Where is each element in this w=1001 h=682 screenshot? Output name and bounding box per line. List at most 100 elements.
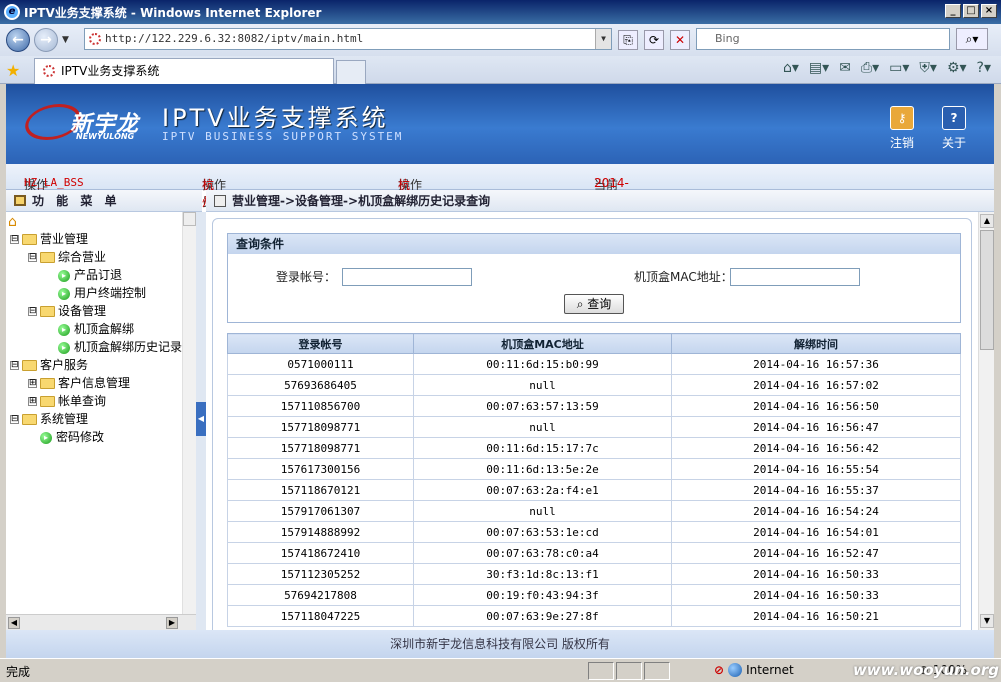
table-row: 57694217808 00:19:f0:43:94:3f 2014-04-16 1… xyxy=(227,584,961,606)
menu-item-label: 系统管理 xyxy=(40,412,89,426)
expand-icon[interactable]: ⊞ xyxy=(28,397,37,406)
table-cell: 2014-04-16 16:52:47 xyxy=(671,542,961,564)
content-scroll-thumb[interactable] xyxy=(980,230,994,350)
query-button-label: 查询 xyxy=(587,297,612,311)
compat-view-icon[interactable]: ⎘ xyxy=(618,30,638,50)
table-cell: 2014-04-16 16:54:01 xyxy=(671,521,961,543)
menu-item-label: 营业管理 xyxy=(40,232,89,246)
safety-icon[interactable]: ⛨▾ xyxy=(919,60,937,76)
leaf-arrow-icon: ▸ xyxy=(58,323,70,336)
table-cell: 00:07:63:9e:27:8f xyxy=(413,605,672,627)
leaf-arrow-icon: ▸ xyxy=(58,341,70,354)
tree-vertical-scrollbar[interactable] xyxy=(182,212,196,614)
refresh-icon[interactable]: ⟳ xyxy=(644,30,664,50)
expand-icon[interactable]: ⊞ xyxy=(28,379,37,388)
menu-item-label: 综合营业 xyxy=(58,250,107,264)
table-cell: 2014-04-16 16:55:54 xyxy=(671,458,961,480)
scroll-right-icon[interactable]: ▶ xyxy=(166,617,178,629)
menu-item[interactable]: ⊟ 设备管理 xyxy=(28,302,106,320)
about-button[interactable]: ? 关于 xyxy=(934,106,974,151)
menu-item[interactable]: ▸ 密码修改 xyxy=(28,428,104,446)
collapse-icon[interactable]: ⊟ xyxy=(10,415,19,424)
maximize-button[interactable]: □ xyxy=(963,4,979,18)
menu-item[interactable]: ▸ 产品订退 xyxy=(46,266,122,284)
table-cell: 157118670121 xyxy=(227,479,414,501)
print-icon[interactable]: ⎙▾ xyxy=(861,60,879,76)
company-logo: 新宇龙 NEWYULONG xyxy=(19,104,152,144)
table-cell: 00:07:63:53:1e:cd xyxy=(413,521,672,543)
menu-item[interactable]: ⊟ 系统管理 xyxy=(10,410,88,428)
scroll-up-icon[interactable]: ▲ xyxy=(980,214,994,228)
system-name: IPTV业务支撑系统 xyxy=(162,104,389,132)
table-cell: 00:19:f0:43:94:3f xyxy=(413,584,672,606)
table-cell: 2014-04-16 16:56:47 xyxy=(671,416,961,438)
security-zone[interactable]: ⊘ Internet xyxy=(714,663,794,677)
menu-item[interactable]: ▸ 机顶盒解绑 xyxy=(46,320,134,338)
logout-button[interactable]: ⚷ 注销 xyxy=(882,106,922,151)
menu-item[interactable]: ⊟ 综合营业 xyxy=(28,248,106,266)
collapse-icon[interactable]: ⊟ xyxy=(10,235,19,244)
menu-item[interactable]: ▸ 用户终端控制 xyxy=(46,284,146,302)
collapse-icon[interactable]: ⊟ xyxy=(28,253,37,262)
table-cell: 00:11:6d:13:5e:2e xyxy=(413,458,672,480)
feeds-icon[interactable]: ▤▾ xyxy=(809,60,829,76)
table-row: 0571000111 00:11:6d:15:b0:99 2014-04-16 16… xyxy=(227,353,961,375)
folder-icon xyxy=(40,378,55,389)
address-dropdown-icon[interactable]: ▼ xyxy=(595,29,611,49)
minimize-button[interactable]: _ xyxy=(945,4,961,18)
menu-item[interactable]: ▸ 机顶盒解绑历史记录 xyxy=(46,338,182,356)
collapse-icon[interactable]: ⊟ xyxy=(10,361,19,370)
search-input[interactable]: Bing xyxy=(696,28,950,50)
mac-input[interactable] xyxy=(730,268,860,286)
logout-label: 注销 xyxy=(889,136,914,150)
menu-item[interactable]: ⊞ 帐单查询 xyxy=(28,392,106,410)
search-go-icon[interactable]: ⌕▾ xyxy=(956,28,988,50)
table-cell: 00:07:63:78:c0:a4 xyxy=(413,542,672,564)
collapse-menu-button[interactable]: ◀ xyxy=(196,402,206,436)
content-vertical-scrollbar[interactable]: ▲ ▼ xyxy=(978,212,994,630)
collapse-icon[interactable]: ⊟ xyxy=(28,307,37,316)
stop-icon[interactable]: ✕ xyxy=(670,30,690,50)
query-button[interactable]: ⌕ 查询 xyxy=(564,294,624,314)
globe-icon xyxy=(728,663,743,677)
account-input[interactable] xyxy=(342,268,472,286)
table-cell: 2014-04-16 16:50:21 xyxy=(671,605,961,627)
forward-button[interactable]: → xyxy=(34,28,58,52)
tree-horizontal-scrollbar[interactable]: ◀ ▶ xyxy=(6,614,196,630)
table-cell: 57694217808 xyxy=(227,584,414,606)
help-icon[interactable]: ?▾ xyxy=(977,60,991,76)
menu-item[interactable]: ⊞ 客户信息管理 xyxy=(28,374,130,392)
folder-icon xyxy=(40,252,55,263)
tools-gear-icon[interactable]: ⚙▾ xyxy=(947,60,967,76)
address-bar[interactable]: http://122.229.6.32:8082/iptv/main.html … xyxy=(84,28,612,50)
menu-item[interactable]: ⊟ 营业管理 xyxy=(10,230,88,248)
tree-home-icon[interactable]: ⌂ xyxy=(8,214,17,230)
window-title-bar: e IPTV业务支撑系统 - Windows Internet Explorer… xyxy=(0,0,1001,24)
window-title: IPTV业务支撑系统 - Windows Internet Explorer xyxy=(24,5,322,20)
tree-scroll-thumb[interactable] xyxy=(183,212,196,226)
function-menu-tree: ⌂ ⊟ 营业管理 ⊟ 综合营业 ▸ 产品订退 ▸ 用户终端控制 ⊟ 设备管理 ▸ 机顶盒解绑 ▸ 机顶盒解… xyxy=(6,212,196,614)
scroll-left-icon[interactable]: ◀ xyxy=(8,617,20,629)
menu-item-label: 产品订退 xyxy=(74,268,123,282)
home-icon[interactable]: ⌂▾ xyxy=(783,60,799,76)
close-window-button[interactable]: × xyxy=(981,4,997,18)
history-dropdown-icon[interactable]: ▼ xyxy=(62,35,69,45)
table-cell: 2014-04-16 16:50:33 xyxy=(671,584,961,606)
browser-tab[interactable]: IPTV业务支撑系统 xyxy=(34,58,334,84)
favorites-star-icon[interactable]: ★ xyxy=(6,61,20,80)
leaf-arrow-icon: ▸ xyxy=(58,269,70,282)
tab-loading-icon xyxy=(43,65,55,77)
status-bar: 完成 ⊘ Internet ⊕ 100% www.wooyun.org xyxy=(0,658,1001,682)
system-name-en: IPTV BUSINESS SUPPORT SYSTEM xyxy=(162,130,404,143)
scroll-down-icon[interactable]: ▼ xyxy=(980,614,994,628)
status-text: 完成 xyxy=(6,665,31,679)
page-menu-icon[interactable]: ▭▾ xyxy=(889,60,909,76)
folder-icon xyxy=(40,306,55,317)
menu-item[interactable]: ⊟ 客户服务 xyxy=(10,356,88,374)
table-cell: 30:f3:1d:8c:13:f1 xyxy=(413,563,672,585)
back-button[interactable]: ← xyxy=(6,28,30,52)
key-icon: ⚷ xyxy=(890,106,914,130)
mail-icon[interactable]: ✉ xyxy=(839,60,851,76)
table-row: 57693686405 null 2014-04-16 16:57:02 xyxy=(227,374,961,396)
new-tab-button[interactable] xyxy=(336,60,366,84)
